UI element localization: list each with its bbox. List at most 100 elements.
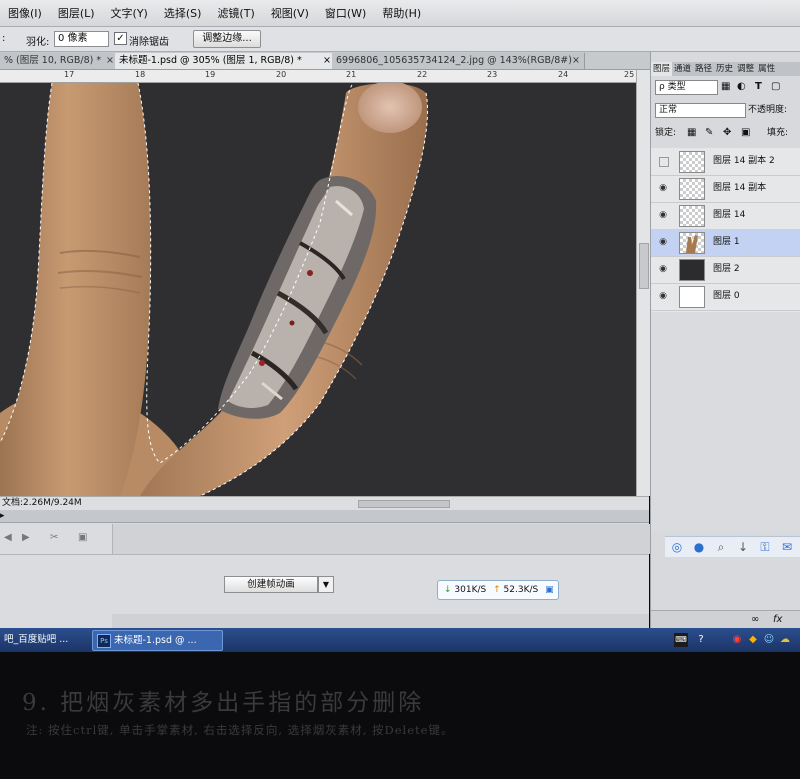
lock-all-icon[interactable]: ▣ (741, 127, 750, 139)
fill-label: 填充: (767, 128, 789, 138)
vertical-scrollbar[interactable] (636, 70, 650, 496)
next-frame-icon[interactable]: ▶ (22, 532, 30, 544)
scroll-thumb[interactable] (639, 243, 649, 289)
network-speed-widget: ↓ 301K/S ↑ 52.3K/S ▣ (437, 580, 559, 600)
menu-layer[interactable]: 图层(L) (50, 5, 103, 21)
eye-icon[interactable]: ◉ (657, 290, 669, 302)
search-icon[interactable]: ⌕ (713, 539, 729, 555)
cloud-icon[interactable]: ☁ (778, 633, 792, 647)
layer-thumbnail (679, 232, 705, 254)
adjustment-filter-icon[interactable]: ◐ (737, 81, 746, 93)
ruler-tick-label: 17 (64, 70, 75, 79)
layer-name: 图层 14 副本 (713, 183, 767, 193)
download-arrow-icon: ↓ (444, 585, 452, 595)
help-icon[interactable]: ? (694, 633, 708, 647)
menu-filter[interactable]: 滤镜(T) (209, 5, 262, 21)
eye-icon[interactable]: ◉ (657, 236, 669, 248)
tab-adjustments[interactable]: 调整 (735, 62, 756, 76)
step-title: 9. 把烟灰素材多出手指的部分删除 (22, 690, 425, 716)
play-icon[interactable]: ◀ (4, 532, 12, 544)
taskbar-photoshop[interactable]: Ps 未标题-1.psd @ ... (92, 630, 223, 651)
timeline-zoom-slider[interactable] (112, 614, 649, 628)
security-icon[interactable]: ◆ (746, 633, 760, 647)
task-label: 未标题-1.psd @ ... (114, 635, 197, 646)
layers-panel: 图层 通道 路径 历史 调整 属性 ρ 类型 ▦ ◐ T ▢ 正常 不透明度: … (650, 52, 800, 629)
layer-row[interactable]: ◉ 图层 14 (651, 202, 800, 230)
layer-row-selected[interactable]: ◉ 图层 1 (651, 229, 800, 257)
system-tray: ⌨ ? ◉ ◆ ☺ ☁ (672, 630, 800, 650)
menu-view[interactable]: 视图(V) (263, 5, 317, 21)
layer-row[interactable]: ◉ 图层 0 (651, 283, 800, 311)
contact-icon[interactable]: ● (691, 539, 707, 555)
lock-pixels-icon[interactable]: ✎ (705, 127, 713, 139)
tab-jpg-doc[interactable]: 6996806_105635734124_2.jpg @ 143%(RGB/8#… (332, 53, 585, 69)
menu-select[interactable]: 选择(S) (156, 5, 210, 21)
lock-transparent-icon[interactable]: ▦ (687, 127, 696, 139)
layer-filter-select[interactable]: ρ 类型 (655, 80, 718, 95)
refine-edge-button[interactable]: 调整边缘... (193, 30, 261, 48)
chat-icon[interactable]: ◎ (669, 539, 685, 555)
link-icon[interactable]: ∞ (751, 614, 759, 626)
feather-input[interactable]: 0 像素 (54, 31, 109, 47)
download-speed: 301K/S (454, 585, 487, 595)
menu-help[interactable]: 帮助(H) (374, 5, 429, 21)
download-icon[interactable]: ↓ (735, 539, 751, 555)
eye-icon[interactable]: ◉ (657, 182, 669, 194)
step-note: 注: 按住ctrl键, 单击手掌素材, 右击选择反向, 选择烟灰素材, 按Del… (26, 723, 454, 737)
collapse-icon[interactable]: ▸ (0, 510, 5, 522)
document-size: 文档:2.26M/9.24M (2, 498, 82, 508)
type-filter-icon[interactable]: T (755, 81, 762, 93)
fx-icon[interactable]: fx (773, 614, 782, 626)
document-canvas[interactable] (0, 83, 636, 496)
antialias-checkbox[interactable]: ✓ (114, 32, 127, 45)
close-icon[interactable]: × (106, 53, 114, 69)
tab-label: % (图层 10, RGB/8) * (4, 55, 102, 66)
timeline-divider (0, 554, 649, 555)
keyboard-icon[interactable]: ⌨ (674, 633, 688, 647)
eye-icon[interactable]: ◉ (657, 263, 669, 275)
scissors-icon[interactable]: ✂ (50, 532, 58, 544)
task-label: 吧_百度贴吧 ... (4, 634, 69, 645)
layer-thumbnail (679, 205, 705, 227)
chevron-down-icon[interactable]: ▼ (318, 576, 334, 593)
visibility-toggle[interactable] (659, 157, 669, 167)
eye-icon[interactable]: ◉ (657, 209, 669, 221)
layer-row[interactable]: 图层 14 副本 2 (651, 148, 800, 176)
create-frame-animation-button[interactable]: 创建帧动画 (224, 576, 318, 593)
close-icon[interactable]: × (323, 53, 331, 69)
tab-channels[interactable]: 通道 (672, 62, 693, 76)
layer-row[interactable]: ◉ 图层 14 副本 (651, 175, 800, 203)
messenger-icon[interactable]: ☺ (762, 633, 776, 647)
lock-position-icon[interactable]: ✥ (723, 127, 731, 139)
layer-thumbnail (679, 151, 705, 173)
taskbar-browser[interactable]: 吧_百度贴吧 ... (0, 630, 92, 649)
media-icon[interactable]: ◉ (730, 633, 744, 647)
ruler-tick-label: 20 (276, 70, 287, 79)
tab-layer10-doc[interactable]: % (图层 10, RGB/8) * × (0, 53, 119, 69)
transition-icon[interactable]: ▣ (78, 532, 87, 544)
tab-history[interactable]: 历史 (714, 62, 735, 76)
lock-icon[interactable]: ⚿ (757, 539, 773, 555)
timeline-track[interactable] (112, 524, 650, 554)
tab-layers[interactable]: 图层 (651, 62, 673, 76)
menu-type[interactable]: 文字(Y) (103, 5, 156, 21)
tab-untitled-doc[interactable]: 未标题-1.psd @ 305% (图层 1, RGB/8) * × (115, 53, 336, 69)
shape-filter-icon[interactable]: ▢ (771, 81, 780, 93)
blend-mode-select[interactable]: 正常 (655, 103, 746, 118)
tab-properties[interactable]: 属性 (756, 62, 777, 76)
horizontal-scroll-thumb[interactable] (358, 500, 450, 508)
feather-label: 羽化: (26, 37, 50, 48)
layers-footer: ∞ fx (651, 610, 800, 629)
options-left-edge: : (2, 33, 6, 44)
message-icon[interactable]: ✉ (779, 539, 795, 555)
menu-image[interactable]: 图像(I) (0, 5, 50, 21)
close-icon[interactable]: × (572, 53, 580, 69)
panel-tabs: 图层 通道 路径 历史 调整 属性 (651, 62, 800, 76)
ruler-tick-label: 19 (205, 70, 216, 79)
tab-paths[interactable]: 路径 (693, 62, 714, 76)
layer-row[interactable]: ◉ 图层 2 (651, 256, 800, 284)
canvas-image (0, 83, 429, 496)
tab-label: 未标题-1.psd @ 305% (图层 1, RGB/8) * (119, 55, 302, 66)
menu-window[interactable]: 窗口(W) (317, 5, 374, 21)
image-filter-icon[interactable]: ▦ (721, 81, 730, 93)
